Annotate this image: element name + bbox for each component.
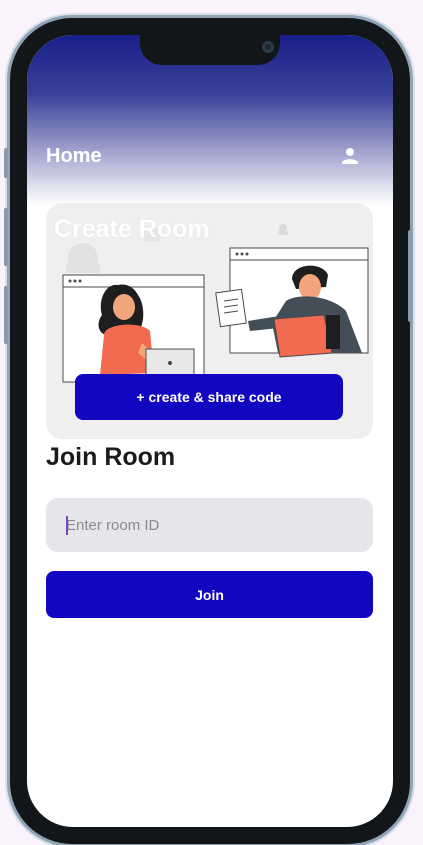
power-button bbox=[408, 230, 412, 322]
phone-frame: Home Create Room + create & share code J… bbox=[4, 18, 412, 844]
text-cursor bbox=[66, 516, 68, 535]
volume-up-button bbox=[4, 208, 8, 266]
join-button[interactable]: Join bbox=[46, 571, 373, 618]
notch bbox=[140, 35, 280, 65]
room-id-input[interactable] bbox=[46, 498, 373, 552]
person-icon[interactable] bbox=[340, 146, 360, 166]
volume-down-button bbox=[4, 286, 8, 344]
create-room-title: Create Room bbox=[54, 215, 210, 243]
join-room-title: Join Room bbox=[46, 443, 176, 471]
camera-icon bbox=[262, 41, 274, 53]
app-bar-title: Home bbox=[46, 145, 102, 167]
create-room-card: Create Room + create & share code bbox=[46, 203, 373, 439]
mute-switch bbox=[4, 148, 8, 178]
create-share-code-button[interactable]: + create & share code bbox=[75, 374, 343, 420]
app-screen: Home Create Room + create & share code J… bbox=[27, 35, 393, 827]
